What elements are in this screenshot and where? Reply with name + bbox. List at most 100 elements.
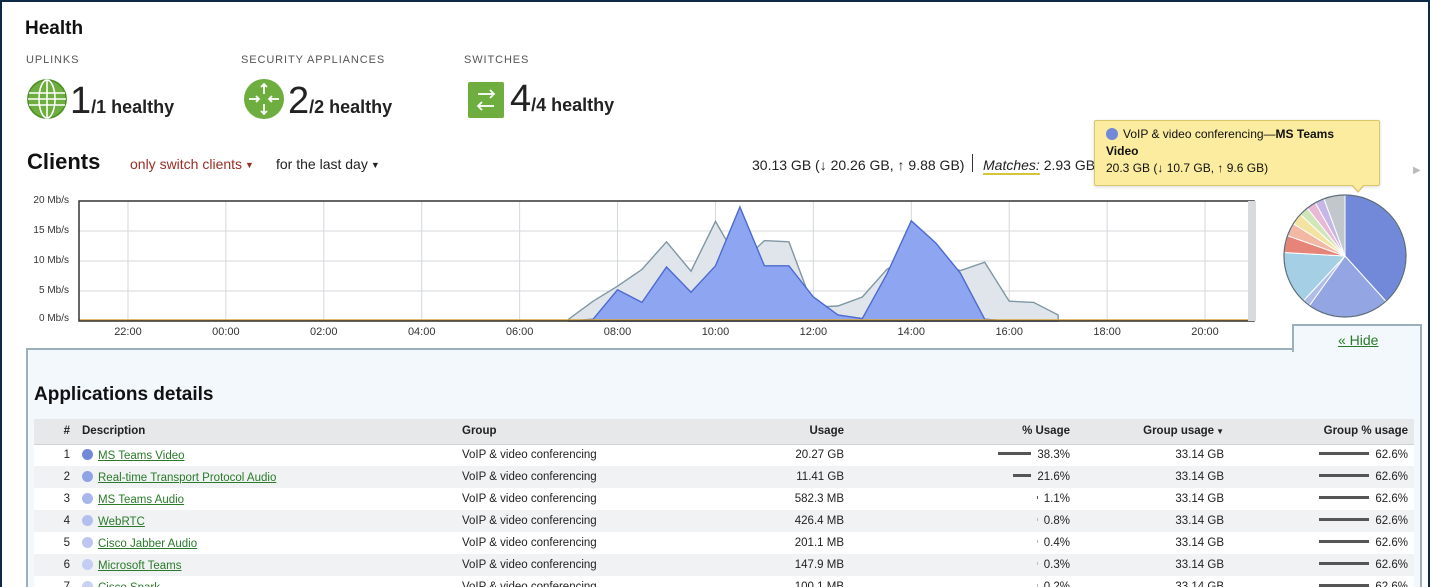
pct-usage-value: 0.8% — [1043, 515, 1070, 527]
row-usage: 147.9 MB — [766, 554, 850, 576]
matches-summary: Matches: 2.93 GB — [983, 157, 1095, 175]
app-link[interactable]: MS Teams Video — [98, 450, 185, 462]
pct-usage-value: 0.3% — [1043, 559, 1070, 571]
row-description: MS Teams Video — [76, 444, 456, 466]
app-color-dot — [82, 514, 93, 526]
col-header-description[interactable]: Description — [76, 419, 456, 445]
next-arrow-icon[interactable]: ▶ — [1413, 165, 1421, 176]
row-description: Microsoft Teams — [76, 554, 456, 576]
y-tick-label: 5 Mb/s — [38, 285, 69, 296]
x-tick-label: 08:00 — [603, 326, 632, 338]
tooltip-detail: 20.3 GB (↓ 10.7 GB, ↑ 9.6 GB) — [1106, 161, 1269, 175]
row-group-pct-usage: 62.6% — [1230, 510, 1414, 532]
table-row: 5 Cisco Jabber Audio VoIP & video conferen… — [34, 532, 1414, 554]
clients-title: Clients — [27, 149, 101, 174]
series-color-dot — [1106, 128, 1118, 140]
app-link[interactable]: MS Teams Audio — [98, 494, 184, 506]
security-suffix: /2 healthy — [309, 97, 393, 117]
group-pct-usage-bar — [1319, 562, 1370, 565]
row-group-usage: 33.14 GB — [1076, 466, 1230, 488]
app-color-dot — [82, 580, 93, 587]
switches-status[interactable]: 4 /4 healthy — [468, 80, 614, 118]
row-pct-usage: 38.3% — [850, 444, 1076, 466]
row-group-usage: 33.14 GB — [1076, 444, 1230, 466]
applications-table: # Description Group Usage % Usage Group … — [34, 419, 1414, 587]
pct-usage-bar — [1036, 540, 1038, 543]
col-header-group-usage[interactable]: Group usage ▼ — [1076, 419, 1230, 445]
app-link[interactable]: Microsoft Teams — [98, 560, 182, 572]
applications-details-title: Applications details — [34, 384, 214, 405]
chart-scroll-handle[interactable] — [1248, 201, 1256, 321]
app-color-dot — [82, 536, 93, 548]
row-usage: 426.4 MB — [766, 510, 850, 532]
group-pct-usage-value: 62.6% — [1375, 515, 1408, 527]
group-pct-usage-bar — [1319, 474, 1370, 477]
y-tick-label: 0 Mb/s — [38, 313, 69, 324]
client-filter-label: only switch clients — [130, 156, 243, 172]
pie-tooltip: VoIP & video conferencing—MS Teams Video… — [1094, 120, 1380, 186]
row-group-usage: 33.14 GB — [1076, 554, 1230, 576]
row-number: 1 — [34, 444, 76, 466]
group-pct-usage-value: 62.6% — [1375, 559, 1408, 571]
security-appliance-icon — [244, 79, 284, 119]
security-status[interactable]: 2 /2 healthy — [243, 78, 392, 120]
app-link[interactable]: WebRTC — [98, 516, 145, 528]
row-pct-usage: 0.2% — [850, 576, 1076, 587]
tooltip-group: VoIP & video conferencing— — [1123, 127, 1276, 141]
group-pct-usage-bar — [1319, 540, 1370, 543]
timespan-dropdown[interactable]: for the last day ▼ — [276, 156, 380, 172]
row-group: VoIP & video conferencing — [456, 576, 766, 587]
row-pct-usage: 0.3% — [850, 554, 1076, 576]
pct-usage-value: 0.2% — [1043, 581, 1070, 587]
app-color-dot — [82, 492, 93, 504]
usage-totals: 30.13 GB (↓ 20.26 GB, ↑ 9.88 GB) — [752, 157, 965, 173]
security-label: SECURITY APPLIANCES — [241, 54, 386, 66]
y-tick-label: 20 Mb/s — [33, 195, 69, 206]
pct-usage-bar — [998, 452, 1032, 456]
table-header-row: # Description Group Usage % Usage Group … — [34, 419, 1414, 445]
pct-usage-value: 21.6% — [1037, 471, 1070, 483]
group-usage-label: Group usage — [1143, 425, 1215, 438]
col-header-usage[interactable]: Usage — [766, 419, 850, 445]
divider — [972, 154, 973, 172]
row-description: Real-time Transport Protocol Audio — [76, 466, 456, 488]
row-group-pct-usage: 62.6% — [1230, 576, 1414, 587]
pct-usage-bar — [1036, 496, 1038, 499]
row-group-usage: 33.14 GB — [1076, 510, 1230, 532]
col-header-pct-usage[interactable]: % Usage — [850, 419, 1076, 445]
matches-label: Matches: — [983, 157, 1040, 175]
col-header-number[interactable]: # — [34, 419, 76, 445]
row-number: 4 — [34, 510, 76, 532]
traffic-chart[interactable] — [72, 198, 1258, 324]
hide-details-link[interactable]: « Hide — [1338, 332, 1378, 348]
uplinks-label: UPLINKS — [26, 54, 80, 66]
row-description: WebRTC — [76, 510, 456, 532]
group-pct-usage-value: 62.6% — [1375, 471, 1408, 483]
group-pct-usage-bar — [1319, 452, 1370, 456]
switches-label: SWITCHES — [464, 54, 530, 66]
globe-icon — [27, 79, 67, 119]
app-usage-pie-chart[interactable] — [1281, 192, 1409, 320]
switches-suffix: /4 healthy — [531, 95, 615, 115]
row-usage: 201.1 MB — [766, 532, 850, 554]
col-header-group[interactable]: Group — [456, 419, 766, 445]
pct-usage-bar — [1036, 562, 1038, 565]
row-pct-usage: 0.8% — [850, 510, 1076, 532]
app-link[interactable]: Cisco Spark — [98, 582, 160, 587]
app-link[interactable]: Real-time Transport Protocol Audio — [98, 472, 276, 484]
x-tick-label: 22:00 — [114, 326, 142, 338]
row-usage: 20.27 GB — [766, 444, 850, 466]
caret-down-icon: ▼ — [370, 160, 380, 170]
table-row: 3 MS Teams Audio VoIP & video conferencing… — [34, 488, 1414, 510]
row-group: VoIP & video conferencing — [456, 554, 766, 576]
row-group-pct-usage: 62.6% — [1230, 444, 1414, 466]
app-link[interactable]: Cisco Jabber Audio — [98, 538, 197, 550]
row-group-pct-usage: 62.6% — [1230, 532, 1414, 554]
client-filter-dropdown[interactable]: only switch clients ▼ — [130, 156, 254, 172]
pct-usage-value: 38.3% — [1037, 449, 1070, 462]
row-group-pct-usage: 62.6% — [1230, 466, 1414, 488]
uplinks-status[interactable]: 1 /1 healthy — [26, 78, 174, 120]
row-pct-usage: 21.6% — [850, 466, 1076, 488]
col-header-group-pct-usage[interactable]: Group % usage — [1230, 419, 1414, 445]
table-row: 2 Real-time Transport Protocol Audio VoIP … — [34, 466, 1414, 488]
